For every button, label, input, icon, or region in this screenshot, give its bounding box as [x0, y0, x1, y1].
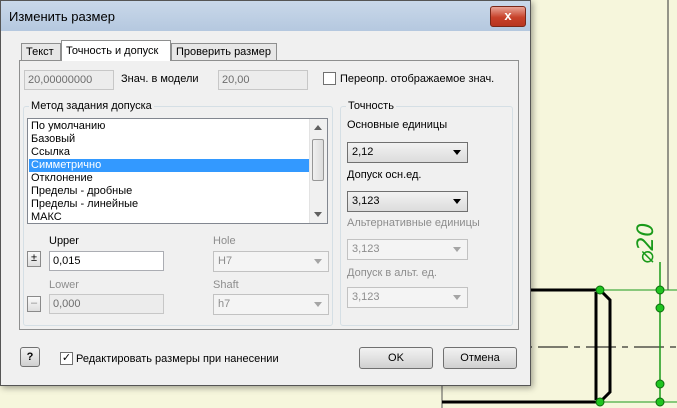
scroll-down-icon[interactable] — [314, 212, 322, 217]
grip-point[interactable] — [655, 379, 665, 389]
override-display-checkbox[interactable] — [323, 72, 336, 85]
help-icon: ? — [26, 351, 34, 363]
alt-units-select[interactable]: 3,123 — [347, 239, 468, 260]
primary-tolerance-value: 3,123 — [352, 195, 380, 207]
plus-minus-icon: ± — [30, 252, 38, 264]
tolerance-method-title: Метод задания допуска — [29, 100, 154, 112]
model-value-label: Знач. в модели — [121, 73, 199, 85]
list-item[interactable]: По умолчанию — [29, 120, 312, 133]
model-value-field: 20,00000000 — [24, 70, 114, 90]
grip-point[interactable] — [595, 285, 605, 295]
minus-icon: – — [30, 297, 38, 309]
tolerance-method-listbox[interactable]: По умолчанию Базовый Ссылка Симметрично … — [27, 118, 328, 224]
tab-precision-tolerance[interactable]: Точность и допуск — [61, 40, 171, 61]
list-item[interactable]: Базовый — [29, 133, 312, 146]
title-bar[interactable]: Изменить размер x — [1, 1, 530, 31]
ok-button-label: OK — [388, 352, 404, 364]
tab-label: Проверить размер — [176, 46, 272, 58]
list-item[interactable]: Отклонение — [29, 172, 312, 185]
dimension-text: ⌀20 — [634, 222, 659, 264]
alt-units-label: Альтернативные единицы — [347, 217, 480, 229]
display-value-field: 20,00 — [218, 70, 308, 90]
chevron-down-icon — [314, 259, 322, 264]
hole-label: Hole — [213, 235, 236, 247]
primary-tolerance-select[interactable]: 3,123 — [347, 191, 468, 212]
primary-units-select[interactable]: 2,12 — [347, 142, 468, 163]
list-item[interactable]: Ссылка — [29, 146, 312, 159]
primary-units-value: 2,12 — [352, 146, 374, 158]
upper-label: Upper — [49, 235, 79, 247]
primary-tolerance-label: Допуск осн.ед. — [347, 169, 422, 181]
tab-panel-precision: 20,00000000 Знач. в модели 20,00 Переопр… — [19, 60, 519, 330]
chevron-down-icon — [314, 302, 322, 307]
display-value-text: 20,00 — [222, 74, 250, 86]
plus-minus-button[interactable]: ± — [27, 251, 41, 267]
lower-tolerance-value: 0,000 — [53, 298, 81, 310]
hole-fit-value: H7 — [218, 255, 233, 267]
shaft-fit-value: h7 — [218, 298, 231, 310]
checkmark-icon: ✓ — [61, 352, 72, 364]
primary-units-label: Основные единицы — [347, 119, 448, 131]
upper-tolerance-input[interactable]: 0,015 — [49, 251, 164, 271]
close-icon: x — [504, 8, 512, 23]
edit-on-place-label: Редактировать размеры при нанесении — [76, 353, 279, 365]
edit-on-place-checkbox[interactable]: ✓ — [60, 352, 73, 365]
cancel-button-label: Отмена — [460, 352, 500, 364]
scrollbar-thumb[interactable] — [312, 139, 324, 181]
list-item[interactable]: МАКС — [29, 211, 312, 223]
minus-button[interactable]: – — [27, 296, 41, 312]
chevron-down-icon — [453, 199, 461, 204]
hole-fit-select[interactable]: H7 — [213, 251, 329, 272]
shaft-fit-select[interactable]: h7 — [213, 294, 329, 315]
precision-title: Точность — [346, 100, 396, 112]
dimension-label[interactable]: ⌀20 — [628, 212, 676, 268]
listbox-scrollbar[interactable] — [309, 119, 327, 223]
chevron-down-icon — [453, 150, 461, 155]
close-button[interactable]: x — [490, 6, 526, 27]
upper-tolerance-value: 0,015 — [53, 255, 81, 267]
alt-tolerance-label: Допуск в альт. ед. — [347, 267, 437, 279]
grip-point[interactable] — [655, 285, 665, 295]
chevron-down-icon — [453, 247, 461, 252]
list-item[interactable]: Пределы - линейные — [29, 198, 312, 211]
shaft-label: Shaft — [213, 279, 239, 291]
list-item-selected[interactable]: Симметрично — [29, 159, 312, 172]
tab-label: Текст — [26, 46, 54, 58]
grip-point[interactable] — [655, 303, 665, 313]
dialog-client-area: Текст Точность и допуск Проверить размер… — [9, 31, 522, 377]
lower-label: Lower — [49, 279, 79, 291]
list-item[interactable]: Пределы - дробные — [29, 185, 312, 198]
lower-tolerance-input[interactable]: 0,000 — [49, 294, 164, 314]
alt-tolerance-select[interactable]: 3,123 — [347, 287, 468, 308]
window-title: Изменить размер — [9, 9, 115, 24]
help-button[interactable]: ? — [20, 347, 40, 367]
edit-dimension-dialog: Изменить размер x Текст Точность и допус… — [0, 0, 531, 386]
model-value-text: 20,00000000 — [28, 74, 93, 86]
scroll-up-icon[interactable] — [314, 125, 322, 130]
ok-button[interactable]: OK — [359, 347, 433, 369]
alt-units-value: 3,123 — [352, 243, 380, 255]
cancel-button[interactable]: Отмена — [443, 347, 517, 369]
tab-check-dimension[interactable]: Проверить размер — [171, 43, 277, 60]
tab-label: Точность и допуск — [66, 45, 159, 57]
alt-tolerance-value: 3,123 — [352, 291, 380, 303]
chevron-down-icon — [453, 295, 461, 300]
override-display-label: Переопр. отображаемое знач. — [340, 73, 495, 85]
tab-text[interactable]: Текст — [21, 43, 61, 60]
grip-point[interactable] — [595, 397, 605, 407]
grip-point[interactable] — [655, 397, 665, 407]
